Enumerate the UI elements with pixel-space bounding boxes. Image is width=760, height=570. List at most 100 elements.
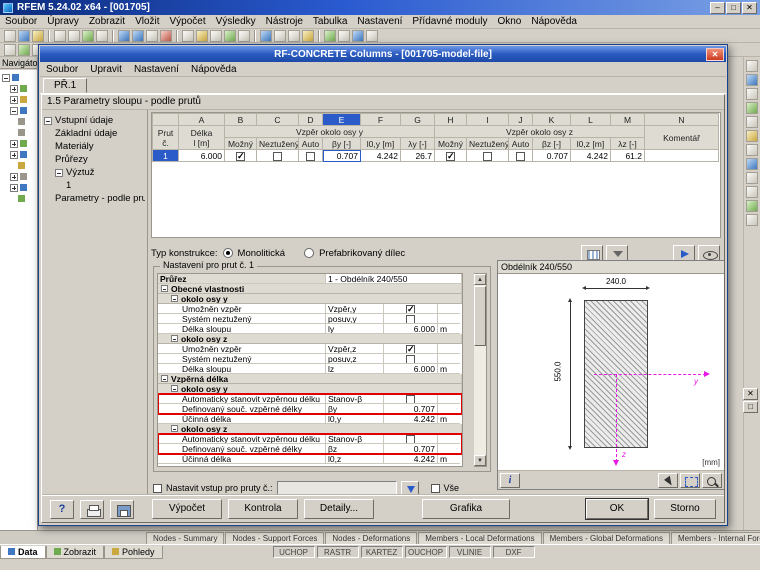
scroll-up-icon[interactable]: [474, 274, 486, 285]
expand-icon[interactable]: [10, 172, 18, 181]
scroll-thumb[interactable]: [474, 286, 486, 346]
checkbox[interactable]: [406, 304, 415, 313]
checkbox[interactable]: [406, 315, 415, 323]
toolbar-icon[interactable]: [132, 29, 144, 42]
collapse-icon[interactable]: [10, 106, 18, 115]
filter-icon[interactable]: [606, 244, 628, 262]
menu-vypocet[interactable]: Výpočet: [165, 16, 211, 27]
group-row[interactable]: okolo osy y: [158, 294, 462, 304]
cell-lambda-y[interactable]: 26.7: [400, 149, 435, 162]
property-value[interactable]: 6.000: [384, 324, 438, 334]
toolbar-icon[interactable]: [260, 29, 272, 42]
tree-item[interactable]: [2, 183, 35, 192]
cell-mozny-y[interactable]: [224, 149, 257, 162]
row-number[interactable]: 1: [152, 149, 179, 162]
cell-beta-y[interactable]: 0.707: [322, 149, 361, 162]
check-button[interactable]: Kontrola: [228, 499, 298, 519]
radio-monoliticka-label[interactable]: Monolitická: [238, 248, 286, 259]
info-icon[interactable]: [500, 472, 520, 488]
table-settings-icon[interactable]: [581, 244, 603, 262]
group-row[interactable]: Obecné vlastnosti: [158, 284, 462, 294]
cell-neztuzeny-z[interactable]: [466, 149, 509, 162]
ok-button[interactable]: OK: [585, 498, 649, 520]
tree-item[interactable]: [2, 194, 35, 203]
toolbar-icon[interactable]: [210, 29, 222, 42]
export-icon[interactable]: [110, 499, 134, 519]
checkbox[interactable]: [406, 435, 415, 443]
scrollbar[interactable]: [474, 273, 487, 467]
toolbar-icon[interactable]: [324, 29, 336, 42]
all-checkbox[interactable]: [430, 483, 440, 493]
toolbar-icon[interactable]: [746, 116, 758, 128]
scroll-down-icon[interactable]: [474, 455, 486, 466]
col-K[interactable]: K: [532, 113, 571, 126]
status-kartez[interactable]: KARTEZ: [360, 546, 403, 558]
toolbar-icon[interactable]: [4, 43, 16, 56]
status-vlinie[interactable]: VLINIE: [448, 546, 491, 558]
col-F[interactable]: F: [360, 113, 401, 126]
radio-monoliticka[interactable]: [222, 248, 233, 258]
toolbar-icon[interactable]: [196, 29, 208, 42]
toolbar-icon[interactable]: [746, 88, 758, 100]
case-tab[interactable]: PŘ.1: [43, 78, 88, 93]
tree-item[interactable]: [2, 128, 35, 137]
status-rastr[interactable]: RASTR: [316, 546, 359, 558]
nav-item-materialy[interactable]: Materiály: [44, 140, 145, 153]
table-tab[interactable]: Nodes - Support Forces: [225, 532, 325, 544]
col-A[interactable]: A: [178, 113, 225, 126]
status-ouchop[interactable]: OUCHOP: [404, 546, 447, 558]
checkbox[interactable]: [516, 151, 525, 161]
corner-cell[interactable]: [152, 113, 179, 126]
checkbox[interactable]: [236, 151, 245, 161]
menu-tabulka[interactable]: Tabulka: [308, 16, 352, 27]
zoom-icon[interactable]: [702, 472, 722, 488]
toolbar-icon[interactable]: [4, 29, 16, 42]
status-uchop[interactable]: UCHOP: [272, 546, 315, 558]
collapse-icon[interactable]: [171, 295, 178, 302]
nav-item-parametry[interactable]: Parametry - podle prutů: [44, 192, 145, 205]
cell-mozny-z[interactable]: [434, 149, 467, 162]
close-icon[interactable]: [743, 388, 758, 400]
property-value[interactable]: 6.000: [384, 364, 438, 374]
table-tab[interactable]: Members - Internal Forces: [670, 532, 760, 544]
col-C[interactable]: C: [256, 113, 299, 126]
toolbar-icon[interactable]: [18, 43, 30, 56]
col-B[interactable]: B: [224, 113, 257, 126]
checkbox[interactable]: [483, 151, 492, 161]
nav-item-prurezy[interactable]: Průřezy: [44, 153, 145, 166]
toolbar-icon[interactable]: [96, 29, 108, 42]
cell-l0z[interactable]: 4.242: [570, 149, 611, 162]
tree-item[interactable]: [2, 117, 35, 126]
cell-length[interactable]: 6.000: [178, 149, 225, 162]
collapse-icon[interactable]: [171, 335, 178, 342]
tree-item[interactable]: [2, 172, 35, 181]
cell-beta-z[interactable]: 0.707: [532, 149, 571, 162]
tab-zobrazit[interactable]: Zobrazit: [45, 545, 105, 559]
toolbar-icon[interactable]: [274, 29, 286, 42]
toolbar-icon[interactable]: [746, 158, 758, 170]
col-H[interactable]: H: [434, 113, 467, 126]
expand-icon[interactable]: [10, 84, 18, 93]
toolbar-icon[interactable]: [238, 29, 250, 42]
calculate-button[interactable]: Výpočet: [152, 499, 222, 519]
collapse-icon[interactable]: [171, 385, 178, 392]
cell-comment[interactable]: [644, 149, 719, 162]
toolbar-icon[interactable]: [224, 29, 236, 42]
toolbar-icon[interactable]: [82, 29, 94, 42]
tree-item[interactable]: [2, 139, 35, 148]
tree-item[interactable]: [2, 106, 35, 115]
toolbar-icon[interactable]: [302, 29, 314, 42]
dialog-menu-napoveda[interactable]: Nápověda: [185, 64, 243, 75]
view-icon[interactable]: [698, 244, 720, 262]
graphic-jump-icon[interactable]: [673, 244, 695, 262]
graphics-button[interactable]: Grafika: [422, 499, 510, 519]
print-icon[interactable]: [80, 499, 104, 519]
dialog-menu-upravit[interactable]: Upravit: [84, 64, 128, 75]
cell-auto-y[interactable]: [298, 149, 323, 162]
toolbar-icon[interactable]: [352, 29, 364, 42]
collapse-icon[interactable]: [2, 73, 10, 82]
toolbar-icon[interactable]: [746, 172, 758, 184]
table-tab[interactable]: Nodes - Deformations: [325, 532, 418, 544]
menu-upravy[interactable]: Úpravy: [42, 16, 84, 27]
table-tab[interactable]: Members - Local Deformations: [418, 532, 542, 544]
